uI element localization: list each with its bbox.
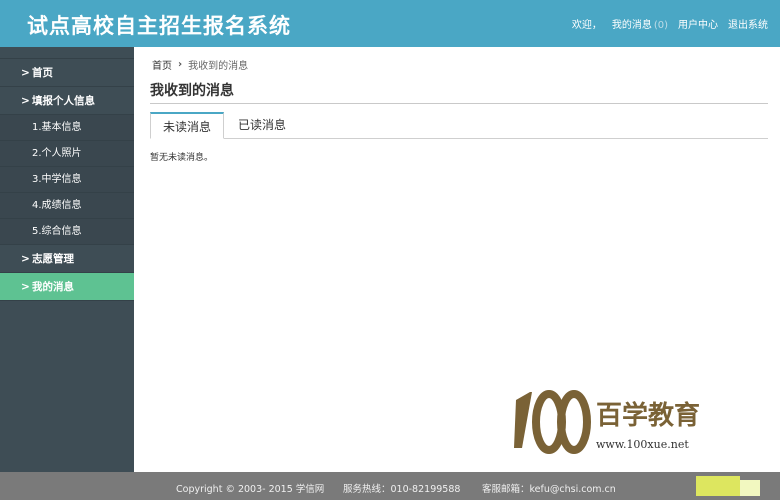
watermark-logo: 百学教育 www.100xue.net (510, 388, 710, 466)
sidebar: 首页 填报个人信息 1.基本信息 2.个人照片 3.中学信息 4.成绩信息 5.… (0, 47, 134, 472)
sidebar-item-label: 志愿管理 (32, 253, 74, 265)
footer-decoration-swatch-2 (740, 480, 760, 496)
footer-hotline: 服务热线：010-82199588 (343, 484, 461, 495)
sidebar-top-spacer (0, 47, 134, 59)
empty-state-text: 暂无未读消息。 (150, 153, 214, 163)
message-count-badge: (0) (653, 20, 668, 31)
logout-link[interactable]: 退出系统 (728, 16, 768, 31)
title-divider (150, 103, 768, 104)
sidebar-item-comprehensive-info[interactable]: 5.综合信息 (0, 219, 134, 245)
tab-unread-messages[interactable]: 未读消息 (150, 112, 224, 139)
sidebar-item-personal-photo[interactable]: 2.个人照片 (0, 141, 134, 167)
sidebar-item-label: 填报个人信息 (32, 95, 95, 107)
sidebar-item-basic-info[interactable]: 1.基本信息 (0, 115, 134, 141)
breadcrumb-home-link[interactable]: 首页 (152, 57, 172, 72)
welcome-text: 欢迎， (571, 20, 602, 31)
sidebar-item-fill-personal-info[interactable]: 填报个人信息 (0, 87, 134, 115)
my-messages-link[interactable]: 我的消息 (0) (612, 16, 668, 31)
top-header: 试点高校自主招生报名系统 欢迎， 我的消息 (0) 用户中心 退出系统 (0, 0, 780, 47)
watermark-logo-graphic: 百学教育 www.100xue.net (514, 390, 700, 454)
message-tabs: 未读消息 已读消息 (150, 112, 768, 139)
user-center-link[interactable]: 用户中心 (678, 16, 718, 31)
sidebar-item-label: 我的消息 (32, 281, 74, 293)
breadcrumb: 首页 › 我收到的消息 (152, 57, 248, 72)
sidebar-item-application-management[interactable]: 志愿管理 (0, 245, 134, 273)
sidebar-item-school-info[interactable]: 3.中学信息 (0, 167, 134, 193)
app-title: 试点高校自主招生报名系统 (27, 14, 291, 38)
tab-read-messages[interactable]: 已读消息 (226, 112, 298, 139)
chevron-right-icon: › (178, 59, 183, 70)
watermark-brand-text: 百学教育 (596, 400, 700, 431)
header-nav: 欢迎， 我的消息 (0) 用户中心 退出系统 (572, 16, 768, 31)
footer-decoration-swatch (696, 476, 740, 496)
footer-copyright: Copyright © 2003- 2015 学信网 (176, 484, 325, 495)
footer-email: 客服邮箱：kefu@chsi.com.cn (482, 484, 616, 495)
sidebar-item-my-messages[interactable]: 我的消息 (0, 273, 134, 301)
my-messages-label: 我的消息 (611, 20, 652, 31)
footer: Copyright © 2003- 2015 学信网 服务热线：010-8219… (0, 472, 780, 500)
breadcrumb-current: 我收到的消息 (188, 61, 249, 72)
watermark-url-text: www.100xue.net (596, 438, 689, 451)
sidebar-item-home[interactable]: 首页 (0, 59, 134, 87)
sidebar-item-grades-info[interactable]: 4.成绩信息 (0, 193, 134, 219)
page-title: 我收到的消息 (150, 83, 234, 99)
sidebar-item-label: 首页 (32, 67, 53, 79)
